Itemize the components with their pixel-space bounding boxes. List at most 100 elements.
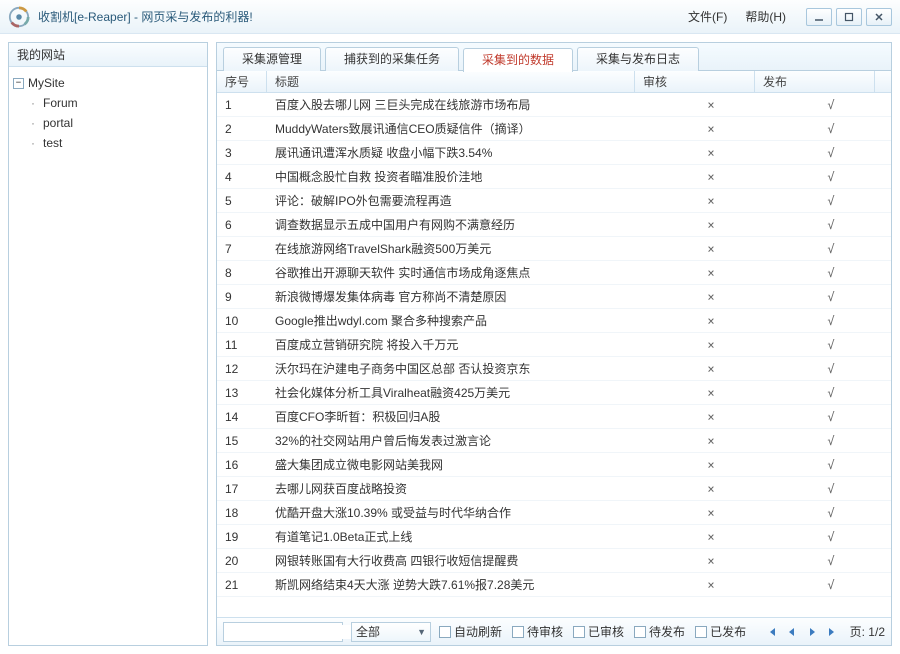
cell-publish: √ <box>771 194 891 208</box>
cell-index: 1 <box>217 98 267 112</box>
filter-combo[interactable]: 全部 ▼ <box>351 622 431 642</box>
cell-index: 13 <box>217 386 267 400</box>
tree-child-label: test <box>43 133 62 153</box>
grid-header: 序号 标题 审核 发布 <box>217 71 891 93</box>
table-row[interactable]: 8谷歌推出开源聊天软件 实时通信市场成角逐焦点×√ <box>217 261 891 285</box>
table-row[interactable]: 7在线旅游网络TravelShark融资500万美元×√ <box>217 237 891 261</box>
cell-check: × <box>651 506 771 520</box>
window-close-button[interactable] <box>866 8 892 26</box>
cell-publish: √ <box>771 338 891 352</box>
cell-check: × <box>651 362 771 376</box>
cell-publish: √ <box>771 266 891 280</box>
menu-file[interactable]: 文件(F) <box>688 8 727 25</box>
cell-index: 17 <box>217 482 267 496</box>
tree-root[interactable]: − MySite <box>13 73 203 93</box>
checkbox-icon <box>439 626 451 638</box>
chevron-down-icon: ▼ <box>417 627 426 637</box>
table-row[interactable]: 5评论：破解IPO外包需要流程再造×√ <box>217 189 891 213</box>
col-check[interactable]: 审核 <box>635 71 755 92</box>
cell-title: 去哪儿网获百度战略投资 <box>267 480 651 497</box>
cell-check: × <box>651 314 771 328</box>
cell-title: 调查数据显示五成中国用户有网购不满意经历 <box>267 216 651 233</box>
table-row[interactable]: 19有道笔记1.0Beta正式上线×√ <box>217 525 891 549</box>
cell-publish: √ <box>771 386 891 400</box>
tab-2[interactable]: 采集到的数据 <box>463 48 573 72</box>
cell-publish: √ <box>771 170 891 184</box>
sidebar: 我的网站 − MySite Forumportaltest <box>8 42 208 646</box>
tree-child[interactable]: Forum <box>31 93 203 113</box>
filter-check-0[interactable]: 自动刷新 <box>439 623 502 640</box>
table-row[interactable]: 4中国概念股忙自救 投资者瞄准股价洼地×√ <box>217 165 891 189</box>
cell-check: × <box>651 98 771 112</box>
cell-title: 百度入股去哪儿网 三巨头完成在线旅游市场布局 <box>267 96 651 113</box>
cell-check: × <box>651 290 771 304</box>
cell-title: 百度成立营销研究院 将投入千万元 <box>267 336 651 353</box>
cell-publish: √ <box>771 362 891 376</box>
tree-collapse-icon[interactable]: − <box>13 78 24 89</box>
col-publish[interactable]: 发布 <box>755 71 875 92</box>
grid-body[interactable]: 1百度入股去哪儿网 三巨头完成在线旅游市场布局×√2MuddyWaters致展讯… <box>217 93 891 617</box>
checkbox-icon <box>512 626 524 638</box>
filter-check-1[interactable]: 待审核 <box>512 623 563 640</box>
cell-index: 21 <box>217 578 267 592</box>
filter-check-2[interactable]: 已审核 <box>573 623 624 640</box>
filter-check-3[interactable]: 待发布 <box>634 623 685 640</box>
tab-3[interactable]: 采集与发布日志 <box>577 47 699 71</box>
table-row[interactable]: 12沃尔玛在沪建电子商务中国区总部 否认投资京东×√ <box>217 357 891 381</box>
table-row[interactable]: 9新浪微博爆发集体病毒 官方称尚不清楚原因×√ <box>217 285 891 309</box>
cell-publish: √ <box>771 434 891 448</box>
table-row[interactable]: 18优酷开盘大涨10.39% 或受益与时代华纳合作×√ <box>217 501 891 525</box>
table-row[interactable]: 20网银转账国有大行收费高 四银行收短信提醒费×√ <box>217 549 891 573</box>
cell-index: 18 <box>217 506 267 520</box>
table-row[interactable]: 1百度入股去哪儿网 三巨头完成在线旅游市场布局×√ <box>217 93 891 117</box>
site-tree: − MySite Forumportaltest <box>9 67 207 159</box>
cell-check: × <box>651 242 771 256</box>
tree-child[interactable]: test <box>31 133 203 153</box>
menu-help[interactable]: 帮助(H) <box>745 8 786 25</box>
pager-last-button[interactable] <box>824 624 840 640</box>
pager-next-button[interactable] <box>804 624 820 640</box>
checkbox-icon <box>634 626 646 638</box>
cell-publish: √ <box>771 218 891 232</box>
cell-title: Google推出wdyl.com 聚合多种搜索产品 <box>267 312 651 329</box>
table-row[interactable]: 10Google推出wdyl.com 聚合多种搜索产品×√ <box>217 309 891 333</box>
window-minimize-button[interactable] <box>806 8 832 26</box>
tab-1[interactable]: 捕获到的采集任务 <box>325 47 459 71</box>
tree-root-label: MySite <box>28 73 65 93</box>
table-row[interactable]: 17去哪儿网获百度战略投资×√ <box>217 477 891 501</box>
cell-check: × <box>651 458 771 472</box>
tree-child-label: Forum <box>43 93 78 113</box>
col-index[interactable]: 序号 <box>217 71 267 92</box>
cell-title: 盛大集团成立微电影网站美我网 <box>267 456 651 473</box>
tree-child-label: portal <box>43 113 73 133</box>
cell-check: × <box>651 554 771 568</box>
filter-check-4[interactable]: 已发布 <box>695 623 746 640</box>
pager-prev-button[interactable] <box>784 624 800 640</box>
table-row[interactable]: 16盛大集团成立微电影网站美我网×√ <box>217 453 891 477</box>
table-row[interactable]: 3展讯通讯遭浑水质疑 收盘小幅下跌3.54%×√ <box>217 141 891 165</box>
table-row[interactable]: 1532%的社交网站用户曾后悔发表过激言论×√ <box>217 429 891 453</box>
cell-title: 社会化媒体分析工具Viralheat融资425万美元 <box>267 384 651 401</box>
table-row[interactable]: 13社会化媒体分析工具Viralheat融资425万美元×√ <box>217 381 891 405</box>
tab-0[interactable]: 采集源管理 <box>223 47 321 71</box>
col-title[interactable]: 标题 <box>267 71 635 92</box>
window-maximize-button[interactable] <box>836 8 862 26</box>
filter-check-label: 待审核 <box>527 623 563 640</box>
cell-publish: √ <box>771 122 891 136</box>
main-panel: 采集源管理捕获到的采集任务采集到的数据采集与发布日志 序号 标题 审核 发布 1… <box>216 42 892 646</box>
table-row[interactable]: 2MuddyWaters致展讯通信CEO质疑信件（摘译）×√ <box>217 117 891 141</box>
cell-publish: √ <box>771 482 891 496</box>
filter-check-label: 待发布 <box>649 623 685 640</box>
table-row[interactable]: 11百度成立营销研究院 将投入千万元×√ <box>217 333 891 357</box>
tabs: 采集源管理捕获到的采集任务采集到的数据采集与发布日志 <box>217 43 891 71</box>
tree-child[interactable]: portal <box>31 113 203 133</box>
cell-check: × <box>651 266 771 280</box>
table-row[interactable]: 14百度CFO李昕晢：积极回归A股×√ <box>217 405 891 429</box>
cell-title: 中国概念股忙自救 投资者瞄准股价洼地 <box>267 168 651 185</box>
search-box[interactable] <box>223 622 343 642</box>
table-row[interactable]: 21斯凯网络结束4天大涨 逆势大跌7.61%报7.28美元×√ <box>217 573 891 597</box>
table-row[interactable]: 6调查数据显示五成中国用户有网购不满意经历×√ <box>217 213 891 237</box>
cell-publish: √ <box>771 242 891 256</box>
pager-first-button[interactable] <box>764 624 780 640</box>
cell-title: 有道笔记1.0Beta正式上线 <box>267 528 651 545</box>
